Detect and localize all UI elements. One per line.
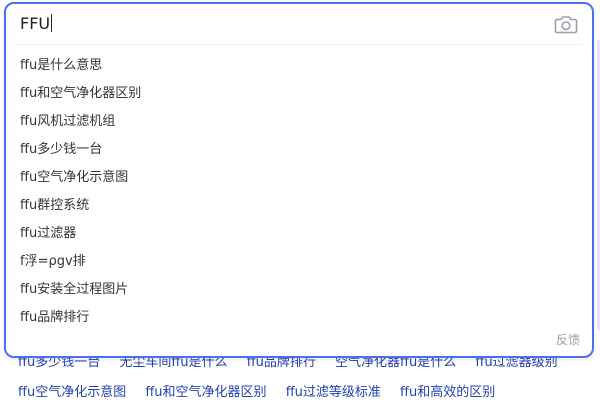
search-suggestion-panel: FFU ffu是什么意思 ffu和空气净化器区别 ffu风机过滤机组 ffu多少… [4, 2, 594, 358]
suggestion-item[interactable]: ffu和空气净化器区别 [6, 80, 592, 108]
related-search-link[interactable]: ffu过滤等级标准 [286, 381, 381, 400]
related-search-link[interactable]: ffu空气净化示意图 [18, 381, 126, 400]
suggestion-item[interactable]: ffu品牌排行 [6, 304, 592, 332]
suggestion-item[interactable]: ffu过滤器 [6, 220, 592, 248]
search-input[interactable]: FFU [20, 10, 540, 38]
feedback-link[interactable]: 反馈 [556, 331, 580, 348]
suggestion-item[interactable]: ffu群控系统 [6, 192, 592, 220]
search-input-row: FFU [6, 4, 592, 44]
suggestion-item[interactable]: ffu安装全过程图片 [6, 276, 592, 304]
related-search-link[interactable]: ffu和空气净化器区别 [145, 381, 266, 400]
suggestion-item[interactable]: ffu空气净化示意图 [6, 164, 592, 192]
page: ffu多少钱一台 无尘车间ffu是什么 ffu品牌排行 空气净化器ffu是什么 … [0, 0, 600, 405]
text-caret [51, 14, 53, 32]
suggestion-item[interactable]: ffu多少钱一台 [6, 136, 592, 164]
divider [16, 44, 582, 45]
camera-icon[interactable] [554, 13, 578, 35]
related-search-link[interactable]: ffu和高效的区别 [400, 381, 495, 400]
suggestion-item[interactable]: ffu是什么意思 [6, 52, 592, 80]
suggestion-list: ffu是什么意思 ffu和空气净化器区别 ffu风机过滤机组 ffu多少钱一台 … [6, 52, 592, 332]
suggestion-item[interactable]: ffu风机过滤机组 [6, 108, 592, 136]
suggestion-item[interactable]: f浮=ρgv排 [6, 248, 592, 276]
related-searches-row-2: ffu空气净化示意图 ffu和空气净化器区别 ffu过滤等级标准 ffu和高效的… [18, 381, 598, 400]
search-query-text: FFU [20, 14, 51, 33]
